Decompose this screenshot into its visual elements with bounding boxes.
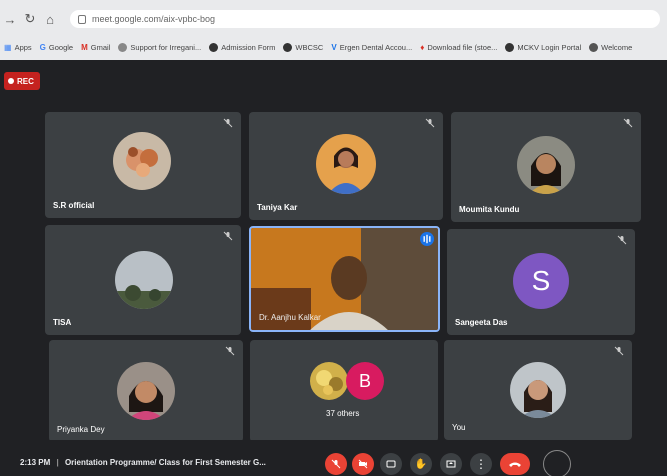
reload-icon[interactable]: ↻ bbox=[20, 9, 40, 29]
bookmark-mckv[interactable]: MCKV Login Portal bbox=[505, 42, 582, 52]
participant-name: TISA bbox=[53, 318, 72, 327]
bookmark-label: Admission Form bbox=[221, 42, 276, 52]
participant-tile-tisa[interactable]: TISA bbox=[45, 225, 241, 335]
globe-icon bbox=[505, 42, 515, 52]
more-options-button[interactable]: ⋮ bbox=[470, 453, 492, 475]
avatar bbox=[113, 132, 171, 190]
globe-icon bbox=[209, 42, 219, 52]
leave-call-button[interactable] bbox=[500, 453, 530, 475]
more-vert-icon: ⋮ bbox=[475, 457, 487, 471]
bookmark-apps[interactable]: ▦ Apps bbox=[4, 43, 32, 52]
bookmark-label: Download file (stoe... bbox=[427, 42, 498, 52]
bookmark-wbcsc[interactable]: WBCSC bbox=[283, 42, 324, 52]
bookmark-label: MCKV Login Portal bbox=[517, 42, 582, 52]
captions-icon bbox=[386, 460, 396, 468]
back-arrow-icon[interactable]: → bbox=[0, 9, 20, 29]
participant-tile-dr-aanjhu-kalkar[interactable]: Dr. Aanjhu Kalkar bbox=[249, 226, 440, 332]
participant-tile-moumita-kundu[interactable]: Moumita Kundu bbox=[451, 112, 641, 222]
meeting-title: Orientation Programme/ Class for First S… bbox=[64, 458, 266, 467]
bookmark-label: Ergen Dental Accou... bbox=[339, 42, 413, 52]
avatar-letter: B bbox=[346, 362, 384, 400]
gmail-icon: M bbox=[81, 42, 88, 52]
mic-off-icon bbox=[225, 346, 235, 356]
dental-icon: V bbox=[331, 42, 337, 52]
participant-name: Sangeeta Das bbox=[455, 318, 508, 327]
browser-chrome: → ↻ ⌂ meet.google.com/aix-vpbc-bog ▦ App… bbox=[0, 0, 667, 60]
camera-off-icon bbox=[358, 459, 368, 469]
participant-name: Moumita Kundu bbox=[459, 205, 520, 214]
activities-button[interactable] bbox=[543, 450, 571, 476]
bookmark-label: Support for Irregani... bbox=[130, 42, 202, 52]
others-count: 37 others bbox=[326, 409, 360, 418]
download-icon: ♦ bbox=[420, 42, 425, 52]
apps-icon: ▦ bbox=[4, 42, 12, 52]
lock-icon bbox=[78, 14, 86, 24]
participant-tile-you[interactable]: You bbox=[444, 340, 632, 440]
bookmark-label: Apps bbox=[14, 42, 32, 52]
meeting-controls-bar: 2:13 PM | Orientation Programme/ Class f… bbox=[0, 440, 667, 476]
mic-toggle-button[interactable] bbox=[325, 453, 347, 475]
avatar bbox=[517, 136, 575, 194]
home-icon[interactable]: ⌂ bbox=[40, 9, 60, 29]
support-icon bbox=[118, 42, 128, 52]
bookmark-label: Google bbox=[48, 42, 74, 52]
meeting-time: 2:13 PM bbox=[20, 458, 51, 467]
google-icon: G bbox=[39, 42, 46, 52]
participant-name: Priyanka Dey bbox=[57, 425, 105, 434]
record-dot-icon bbox=[8, 78, 14, 84]
camera-toggle-button[interactable] bbox=[352, 453, 374, 475]
recording-label: REC bbox=[17, 76, 34, 86]
participant-name: You bbox=[452, 423, 466, 432]
participant-tile-priyanka-dey[interactable]: Priyanka Dey bbox=[49, 340, 243, 442]
avatar bbox=[316, 134, 376, 194]
bookmark-gmail[interactable]: M Gmail bbox=[81, 43, 110, 52]
bookmark-dental[interactable]: V Ergen Dental Accou... bbox=[331, 43, 412, 52]
bookmark-label: Welcome bbox=[601, 42, 633, 52]
participant-tile-sangeeta-das[interactable]: S Sangeeta Das bbox=[447, 229, 635, 335]
meeting-info: 2:13 PM | Orientation Programme/ Class f… bbox=[20, 458, 266, 467]
participant-name: Taniya Kar bbox=[257, 203, 298, 212]
mic-off-icon bbox=[425, 118, 435, 128]
bookmark-admission[interactable]: Admission Form bbox=[209, 42, 276, 52]
avatar-letter: S bbox=[513, 253, 569, 309]
globe-icon bbox=[283, 42, 293, 52]
participant-tile-taniya-kar[interactable]: Taniya Kar bbox=[249, 112, 443, 220]
url-bar-row: → ↻ ⌂ meet.google.com/aix-vpbc-bog bbox=[0, 8, 667, 30]
participant-name: S.R official bbox=[53, 201, 95, 210]
participant-tile-others[interactable]: B 37 others bbox=[250, 340, 438, 442]
mic-off-icon bbox=[623, 118, 633, 128]
mic-off-icon bbox=[223, 231, 233, 241]
avatar-letter-text: B bbox=[358, 370, 371, 391]
participant-name: Dr. Aanjhu Kalkar bbox=[259, 313, 321, 322]
mic-off-icon bbox=[614, 346, 624, 356]
mic-off-icon bbox=[617, 235, 627, 245]
mic-off-icon bbox=[331, 459, 341, 469]
avatar-letter-text: S bbox=[531, 265, 551, 296]
avatar bbox=[117, 362, 175, 420]
captions-button[interactable] bbox=[380, 453, 402, 475]
present-icon bbox=[446, 460, 456, 468]
raise-hand-button[interactable]: ✋ bbox=[410, 453, 432, 475]
avatar bbox=[115, 251, 173, 309]
bookmark-welcome[interactable]: Welcome bbox=[589, 42, 633, 52]
welcome-icon bbox=[589, 42, 599, 52]
mic-off-icon bbox=[223, 118, 233, 128]
bookmark-support[interactable]: Support for Irregani... bbox=[118, 42, 202, 52]
url-text: meet.google.com/aix-vpbc-bog bbox=[92, 14, 216, 24]
bookmarks-bar: ▦ Apps G Google M Gmail Support for Irre… bbox=[0, 38, 667, 56]
separator: | bbox=[56, 458, 59, 467]
bookmark-google[interactable]: G Google bbox=[40, 43, 73, 52]
participant-tile-sr-official[interactable]: S.R official bbox=[45, 112, 241, 218]
avatar-group-photo bbox=[310, 362, 348, 400]
hand-icon: ✋ bbox=[414, 458, 428, 470]
bookmark-label: Gmail bbox=[90, 42, 111, 52]
avatar bbox=[510, 362, 566, 418]
speaking-indicator-icon bbox=[420, 232, 434, 246]
recording-badge: REC bbox=[4, 72, 40, 90]
address-bar[interactable]: meet.google.com/aix-vpbc-bog bbox=[70, 10, 660, 28]
bookmark-label: WBCSC bbox=[295, 42, 324, 52]
bookmark-download[interactable]: ♦ Download file (stoe... bbox=[420, 43, 497, 52]
present-button[interactable] bbox=[440, 453, 462, 475]
hang-up-icon bbox=[509, 462, 521, 467]
